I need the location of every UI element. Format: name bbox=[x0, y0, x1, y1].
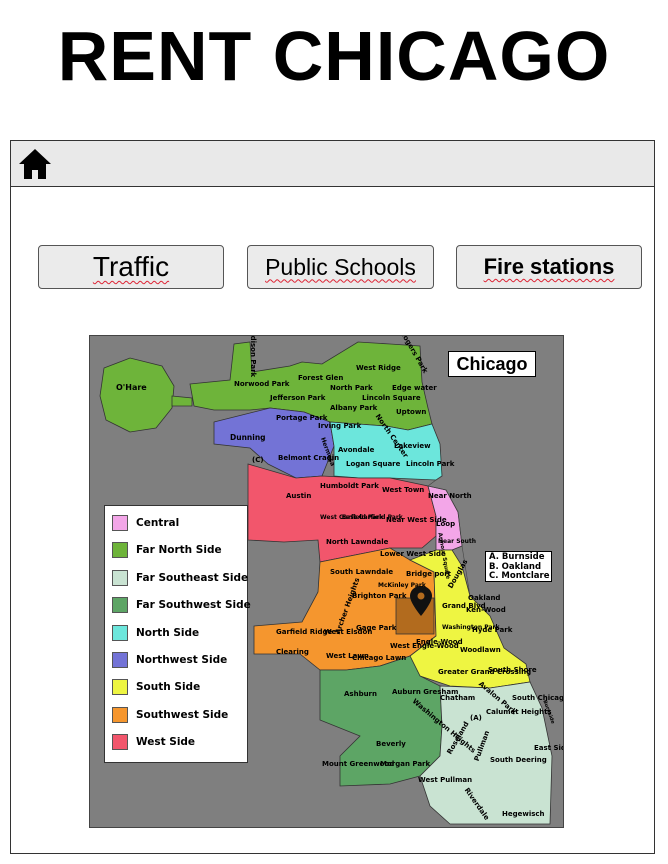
legend-label: Northwest Side bbox=[136, 654, 228, 666]
neighborhood-label: Chatham bbox=[440, 694, 476, 702]
neighborhood-label: Forest Glen bbox=[298, 374, 344, 382]
neighborhood-label: Austin bbox=[286, 492, 312, 500]
neighborhood-label: North Park bbox=[330, 384, 373, 392]
neighborhood-label: Lincoln Park bbox=[406, 460, 455, 468]
legend-item: South Side bbox=[112, 678, 200, 696]
legend-item: Northwest Side bbox=[112, 651, 227, 669]
neighborhood-label: Avondale bbox=[338, 446, 375, 454]
legend-label: South Side bbox=[136, 681, 201, 694]
map-sub-legend: A. Burnside B. Oakland C. Montclare bbox=[485, 551, 552, 582]
legend-item: Central bbox=[112, 514, 179, 532]
neighborhood-label: West Town bbox=[382, 486, 425, 494]
sub-legend-item: C. Montclare bbox=[489, 571, 550, 581]
legend-label: Far Southwest Side bbox=[136, 599, 251, 612]
neighborhood-label: South Chicago bbox=[512, 694, 564, 702]
neighborhood-label: Chicago Lawn bbox=[352, 654, 407, 662]
legend-label: Southwest Side bbox=[136, 708, 229, 721]
neighborhood-label: Hyde Park bbox=[472, 626, 513, 634]
neighborhood-label: South Lawndale bbox=[330, 568, 394, 576]
page-title: RENT CHICAGO bbox=[57, 17, 611, 95]
chicago-map[interactable]: Chicago Edison Park O'Hare Norwood Park … bbox=[89, 335, 564, 828]
app-frame: Traffic Public Schools Fire stations Chi… bbox=[10, 140, 655, 854]
neighborhood-label: Albany Park bbox=[330, 404, 378, 412]
public-schools-button[interactable]: Public Schools bbox=[247, 245, 434, 289]
legend-label: West Side bbox=[136, 736, 196, 749]
legend-label: Far North Side bbox=[136, 544, 222, 557]
neighborhood-label: West Pullman bbox=[418, 776, 473, 784]
neighborhood-label: Jefferson Park bbox=[270, 394, 326, 402]
neighborhood-label: North Lawndale bbox=[326, 538, 389, 546]
neighborhood-label: East Side bbox=[534, 744, 563, 752]
legend-item: Far North Side bbox=[112, 541, 222, 559]
legend-item: Far Southwest Side bbox=[112, 596, 251, 614]
neighborhood-label: Irving Park bbox=[318, 422, 362, 430]
neighborhood-label: Oakland bbox=[468, 594, 501, 602]
legend-label: Central bbox=[136, 517, 180, 529]
neighborhood-label: Lincoln Square bbox=[362, 394, 421, 402]
neighborhood-label: Humboldt Park bbox=[320, 482, 379, 490]
neighborhood-label: Beverly bbox=[376, 740, 406, 748]
neighborhood-label: Lakeview bbox=[394, 442, 431, 450]
traffic-button-label: Traffic bbox=[92, 251, 170, 282]
neighborhood-label: Uptown bbox=[396, 408, 427, 416]
legend-swatch bbox=[112, 624, 128, 641]
neighborhood-label: Gage Park bbox=[356, 624, 397, 632]
neighborhood-label: Loop bbox=[436, 520, 456, 528]
neighborhood-label: Woodlawn bbox=[460, 646, 501, 654]
neighborhood-label: Calumet Heights bbox=[486, 708, 552, 716]
legend-swatch bbox=[112, 515, 128, 531]
home-icon[interactable] bbox=[17, 147, 53, 181]
neighborhood-label: Edison Park bbox=[249, 335, 258, 378]
legend-item: Southwest Side bbox=[112, 706, 228, 724]
neighborhood-label: South Shore bbox=[488, 666, 537, 674]
public-schools-button-label: Public Schools bbox=[265, 253, 416, 280]
neighborhood-label: Dunning bbox=[230, 433, 266, 442]
fire-stations-button-label: Fire stations bbox=[483, 254, 615, 279]
neighborhood-label: Near North bbox=[428, 492, 472, 500]
legend-swatch bbox=[112, 597, 128, 614]
neighborhood-label: Portage Park bbox=[276, 414, 328, 422]
neighborhood-label: Hegewisch bbox=[502, 810, 545, 818]
neighborhood-label: Morgan Park bbox=[380, 760, 431, 768]
map-legend: Central Far North Side Far Southeast Side F… bbox=[104, 505, 251, 763]
legend-swatch bbox=[112, 734, 128, 751]
neighborhood-label: Ashburn bbox=[344, 690, 377, 698]
neighborhood-label: (C) bbox=[252, 456, 264, 464]
neighborhood-label: McKinley Park bbox=[378, 582, 426, 589]
neighborhood-label: West Ridge bbox=[356, 364, 401, 372]
toolbar bbox=[11, 141, 654, 187]
neighborhood-label: (A) bbox=[470, 714, 482, 722]
neighborhood-label: Logan Square bbox=[346, 460, 401, 468]
legend-swatch bbox=[112, 569, 128, 586]
neighborhood-label: Engle-Wood bbox=[416, 638, 463, 646]
legend-swatch bbox=[112, 652, 128, 668]
legend-item: Far Southeast Side bbox=[112, 569, 248, 587]
traffic-button[interactable]: Traffic bbox=[38, 245, 224, 289]
neighborhood-label: Edge water bbox=[392, 384, 437, 392]
neighborhood-label: Clearing bbox=[276, 648, 309, 656]
legend-swatch bbox=[112, 706, 128, 723]
neighborhood-label: Norwood Park bbox=[234, 380, 290, 388]
legend-item: West Side bbox=[112, 733, 195, 751]
legend-label: North Side bbox=[136, 626, 200, 639]
neighborhood-label: Brighton Park bbox=[352, 592, 407, 600]
legend-item: North Side bbox=[112, 624, 199, 642]
legend-swatch bbox=[112, 542, 128, 559]
neighborhood-label: South Deering bbox=[490, 756, 547, 764]
fire-stations-button[interactable]: Fire stations bbox=[456, 245, 642, 289]
legend-swatch bbox=[112, 679, 128, 696]
map-city-label: Chicago bbox=[448, 351, 536, 377]
legend-label: Far Southeast Side bbox=[136, 571, 249, 584]
neighborhood-label: Lower West Side bbox=[380, 550, 446, 558]
neighborhood-label: O'Hare bbox=[116, 383, 147, 392]
neighborhood-label: Ken-Wood bbox=[466, 606, 506, 614]
